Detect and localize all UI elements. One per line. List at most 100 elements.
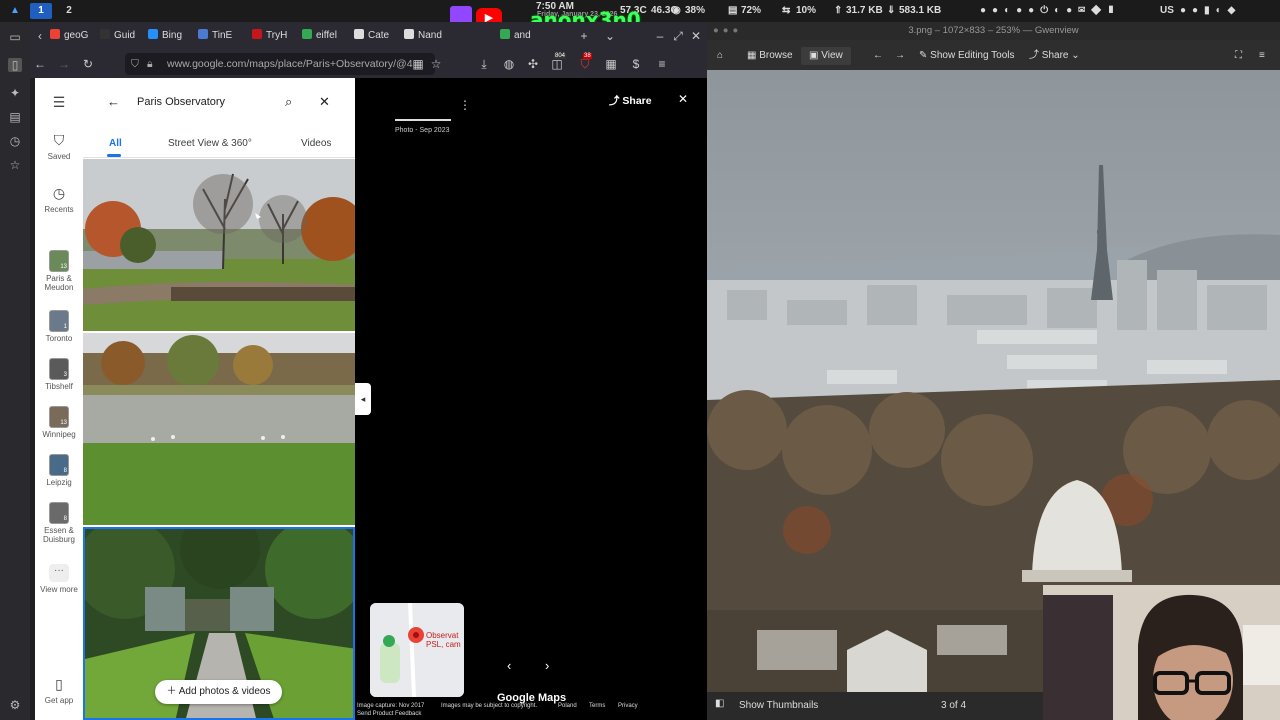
get-app-button[interactable]: ▯ Get app <box>35 676 83 705</box>
reload-icon[interactable]: ↻ <box>80 56 96 72</box>
browser-tab[interactable]: TinE <box>198 27 232 45</box>
downloads-icon[interactable]: ▤ <box>8 110 22 124</box>
tab-videos[interactable]: Videos <box>301 138 331 149</box>
saved-list-item[interactable]: 13 Paris & Meudon <box>35 250 83 292</box>
tab-list-icon[interactable]: ⌄ <box>602 28 618 44</box>
browser-tab[interactable]: Guid <box>100 27 135 45</box>
country-link[interactable]: Poland <box>558 703 577 709</box>
browser-tab[interactable]: TryH <box>252 27 287 45</box>
lock-icon[interactable]: 🔒︎ <box>147 53 153 75</box>
new-tab-icon[interactable]: + <box>576 28 592 44</box>
add-photos-button[interactable]: ＋ Add photos & videos <box>155 680 282 704</box>
tab-favicon-icon <box>404 29 414 39</box>
extension-vpn-icon[interactable]: ◍ <box>501 56 517 72</box>
grid-icon[interactable]: ▦ <box>410 56 426 72</box>
minimize-icon[interactable]: – <box>652 28 668 44</box>
search-icon[interactable]: ⌕ <box>285 94 292 110</box>
more-options-icon[interactable]: ⋮ <box>459 98 471 112</box>
menu-icon[interactable]: ≡ <box>1259 47 1265 65</box>
search-box[interactable]: ← Paris Observatory ⌕ ✕ <box>93 88 343 116</box>
list-count: 1 <box>63 324 67 330</box>
terms-link[interactable]: Terms <box>589 703 605 709</box>
view-more-button[interactable]: ··· View more <box>35 564 83 594</box>
minimap[interactable]: Observat PSL, cam <box>370 603 464 697</box>
launcher-icon[interactable]: ▲ <box>4 3 26 19</box>
ai-chat-icon[interactable]: ✦ <box>8 86 22 100</box>
saved-button[interactable]: ⛉ Saved <box>35 132 83 161</box>
search-input[interactable]: Paris Observatory <box>137 96 225 108</box>
privacy-link[interactable]: Privacy <box>618 703 638 709</box>
next-image-icon[interactable]: → <box>895 47 905 65</box>
saved-list-item[interactable]: 8 Essen & Duisburg <box>35 502 83 544</box>
forward-icon[interactable]: → <box>56 56 72 72</box>
editing-tools-label: Show Editing Tools <box>930 50 1015 61</box>
sidebar-toggle-icon[interactable]: ▯ <box>8 58 22 72</box>
menu-button[interactable]: ☰ <box>35 94 83 114</box>
tabs-back-icon[interactable]: ‹ <box>32 28 48 44</box>
previous-photo-icon[interactable]: ‹ <box>507 658 511 673</box>
hamburger-menu-icon[interactable]: ≡ <box>654 56 670 72</box>
keyboard-layout[interactable]: US <box>1160 5 1174 16</box>
tray-icons-right[interactable]: ●●▮◐◆ <box>1180 5 1241 16</box>
settings-icon[interactable]: ⚙ <box>8 698 22 712</box>
add-photos-label: Add photos & videos <box>178 686 271 697</box>
bookmark-star-icon[interactable]: ☆ <box>428 56 444 72</box>
close-icon[interactable]: ✕ <box>319 94 330 110</box>
browser-tab[interactable]: Bing <box>148 27 182 45</box>
url-text[interactable]: www.google.com/maps/place/Paris+Observat… <box>167 58 413 70</box>
share-icon: ⤴ <box>1029 50 1042 61</box>
extensions-menu-icon[interactable]: ▦ <box>603 56 619 72</box>
tab-label: and <box>514 30 531 41</box>
previous-image-icon[interactable]: ← <box>873 47 883 65</box>
saved-list-item[interactable]: 1 Toronto <box>35 310 83 343</box>
show-thumbnails-button[interactable]: Show Thumbnails <box>739 700 818 711</box>
hamburger-icon[interactable]: ☰ <box>35 94 83 111</box>
download-icon[interactable]: ⤓ <box>476 56 492 72</box>
workspace-1[interactable]: 1 <box>30 3 52 19</box>
workspace-2[interactable]: 2 <box>58 3 80 19</box>
browser-tab[interactable]: and <box>500 27 531 45</box>
maximize-icon[interactable]: ⤢ <box>670 28 686 44</box>
url-field[interactable]: ⛉ 🔒︎ www.google.com/maps/place/Paris+Obs… <box>125 53 435 75</box>
history-icon[interactable]: ◷ <box>8 134 22 148</box>
close-window-icon[interactable]: ✕ <box>688 28 704 44</box>
browser-tab[interactable]: geoG <box>50 27 88 45</box>
share-button[interactable]: ⤴ Share ⌄ <box>1029 47 1080 65</box>
recents-button[interactable]: ◷ Recents <box>35 185 83 214</box>
next-photo-icon[interactable]: › <box>545 658 549 673</box>
home-icon[interactable]: ⌂ <box>717 47 723 65</box>
account-icon[interactable]: $ <box>628 56 644 72</box>
browser-tab[interactable]: Nand <box>404 27 442 45</box>
shield-icon[interactable]: ⛉ <box>131 53 139 75</box>
tray-icons[interactable]: ●●◐●●⏻◐●✉◆▮ <box>980 5 1121 16</box>
browse-button[interactable]: ▦ Browse <box>747 47 793 65</box>
fullscreen-icon[interactable]: ⛶ <box>1235 47 1242 65</box>
close-viewer-icon[interactable]: ✕ <box>678 92 688 106</box>
collapse-panel-button[interactable]: ◂ <box>355 383 371 415</box>
tab-all[interactable]: All <box>109 138 122 149</box>
extension-puzzle-icon[interactable]: ✣ <box>525 56 541 72</box>
share-button[interactable]: ⤴ Share <box>609 93 652 108</box>
photo-pond[interactable] <box>83 333 355 525</box>
bookmarks-icon[interactable]: ☆ <box>8 158 22 172</box>
list-label: Toronto <box>45 334 73 343</box>
memory-usage: 72% <box>741 5 762 16</box>
photo-park[interactable] <box>83 159 355 331</box>
tab-overview-icon[interactable]: ▭ <box>8 30 22 44</box>
extension-badge-1: 804 <box>554 53 567 59</box>
browser-tab[interactable]: Cate <box>354 27 389 45</box>
list-label: Tibshelf <box>45 382 73 391</box>
feedback-link[interactable]: Send Product Feedback <box>357 711 421 717</box>
back-icon[interactable]: ← <box>32 56 48 72</box>
tab-label: eiffel <box>316 30 337 41</box>
browser-tab[interactable]: eiffel <box>302 27 337 45</box>
saved-list-item[interactable]: 13 Winnipeg <box>35 406 83 439</box>
tab-street-view[interactable]: Street View & 360° <box>168 138 252 149</box>
thumbnails-toggle-icon[interactable]: ◧ <box>715 698 724 709</box>
window-buttons-icon[interactable]: ●●● <box>713 22 742 40</box>
saved-list-item[interactable]: 8 Leipzig <box>35 454 83 487</box>
saved-list-item[interactable]: 3 Tibshelf <box>35 358 83 391</box>
view-button[interactable]: ▣ View <box>801 47 851 65</box>
back-arrow-icon[interactable]: ← <box>107 94 120 109</box>
editing-tools-button[interactable]: ✎ Show Editing Tools <box>919 47 1014 65</box>
